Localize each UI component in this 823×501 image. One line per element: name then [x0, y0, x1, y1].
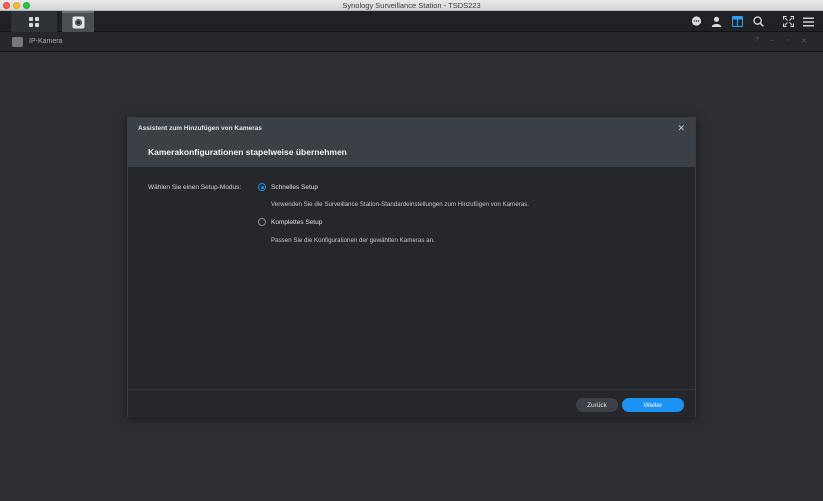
complete-setup-description: Passen Sie die Konfigurationen der gewäh… — [271, 237, 435, 244]
grid-icon — [29, 16, 39, 27]
search-icon — [752, 16, 764, 27]
camera-icon — [72, 16, 84, 29]
dialog-body: Wählen Sie einen Setup-Modus: Schnelles … — [128, 167, 695, 388]
complete-setup-label: Komplettes Setup — [271, 218, 323, 226]
layout-button[interactable] — [729, 11, 745, 32]
window-title: Synology Surveillance Station - TSDS223 — [342, 1, 481, 10]
app-window-header: IP-Kamera ? – ▫ ✕ — [0, 32, 823, 52]
quick-setup-radio[interactable] — [258, 183, 266, 191]
search-button[interactable] — [750, 11, 766, 32]
main-menu-button[interactable] — [11, 11, 57, 32]
fullscreen-button[interactable] — [780, 11, 796, 32]
fullscreen-icon — [782, 16, 794, 27]
ip-camera-icon — [12, 37, 23, 47]
quick-setup-label: Schnelles Setup — [271, 183, 318, 191]
window-titlebar: Synology Surveillance Station - TSDS223 — [0, 0, 823, 11]
minimize-icon[interactable]: – — [770, 37, 774, 44]
restore-icon[interactable]: ▫ — [786, 37, 788, 44]
back-button[interactable]: Zurück — [576, 398, 618, 412]
layout-icon — [731, 16, 743, 27]
add-camera-wizard-dialog: Assistent zum Hinzufügen von Kameras ✕ K… — [127, 117, 696, 417]
dialog-title: Kamerakonfigurationen stapelweise überne… — [148, 147, 347, 157]
user-icon — [711, 16, 721, 27]
dialog-header: Assistent zum Hinzufügen von Kameras ✕ K… — [128, 118, 695, 167]
quick-setup-description: Verwenden Sie die Surveillance Station-S… — [271, 201, 529, 208]
setup-mode-label: Wählen Sie einen Setup-Modus: — [148, 184, 242, 191]
close-icon[interactable]: ✕ — [801, 37, 807, 45]
dialog-close-icon[interactable]: ✕ — [677, 123, 685, 134]
help-icon[interactable]: ? — [755, 37, 759, 44]
complete-setup-radio[interactable] — [258, 218, 266, 226]
ip-camera-tab[interactable] — [62, 11, 94, 32]
user-button[interactable] — [708, 11, 724, 32]
dialog-footer: Zurück Weiter — [128, 389, 695, 417]
notifications-button[interactable] — [688, 11, 704, 32]
quick-setup-option[interactable]: Schnelles Setup — [258, 183, 318, 191]
next-button[interactable]: Weiter — [622, 398, 684, 412]
complete-setup-option[interactable]: Komplettes Setup — [258, 218, 322, 226]
menu-icon — [802, 17, 814, 26]
dialog-caption: Assistent zum Hinzufügen von Kameras — [138, 125, 262, 132]
menu-button[interactable] — [800, 11, 816, 32]
app-topbar — [0, 11, 823, 32]
chat-icon — [691, 16, 701, 26]
app-window-title: IP-Kamera — [29, 38, 63, 45]
